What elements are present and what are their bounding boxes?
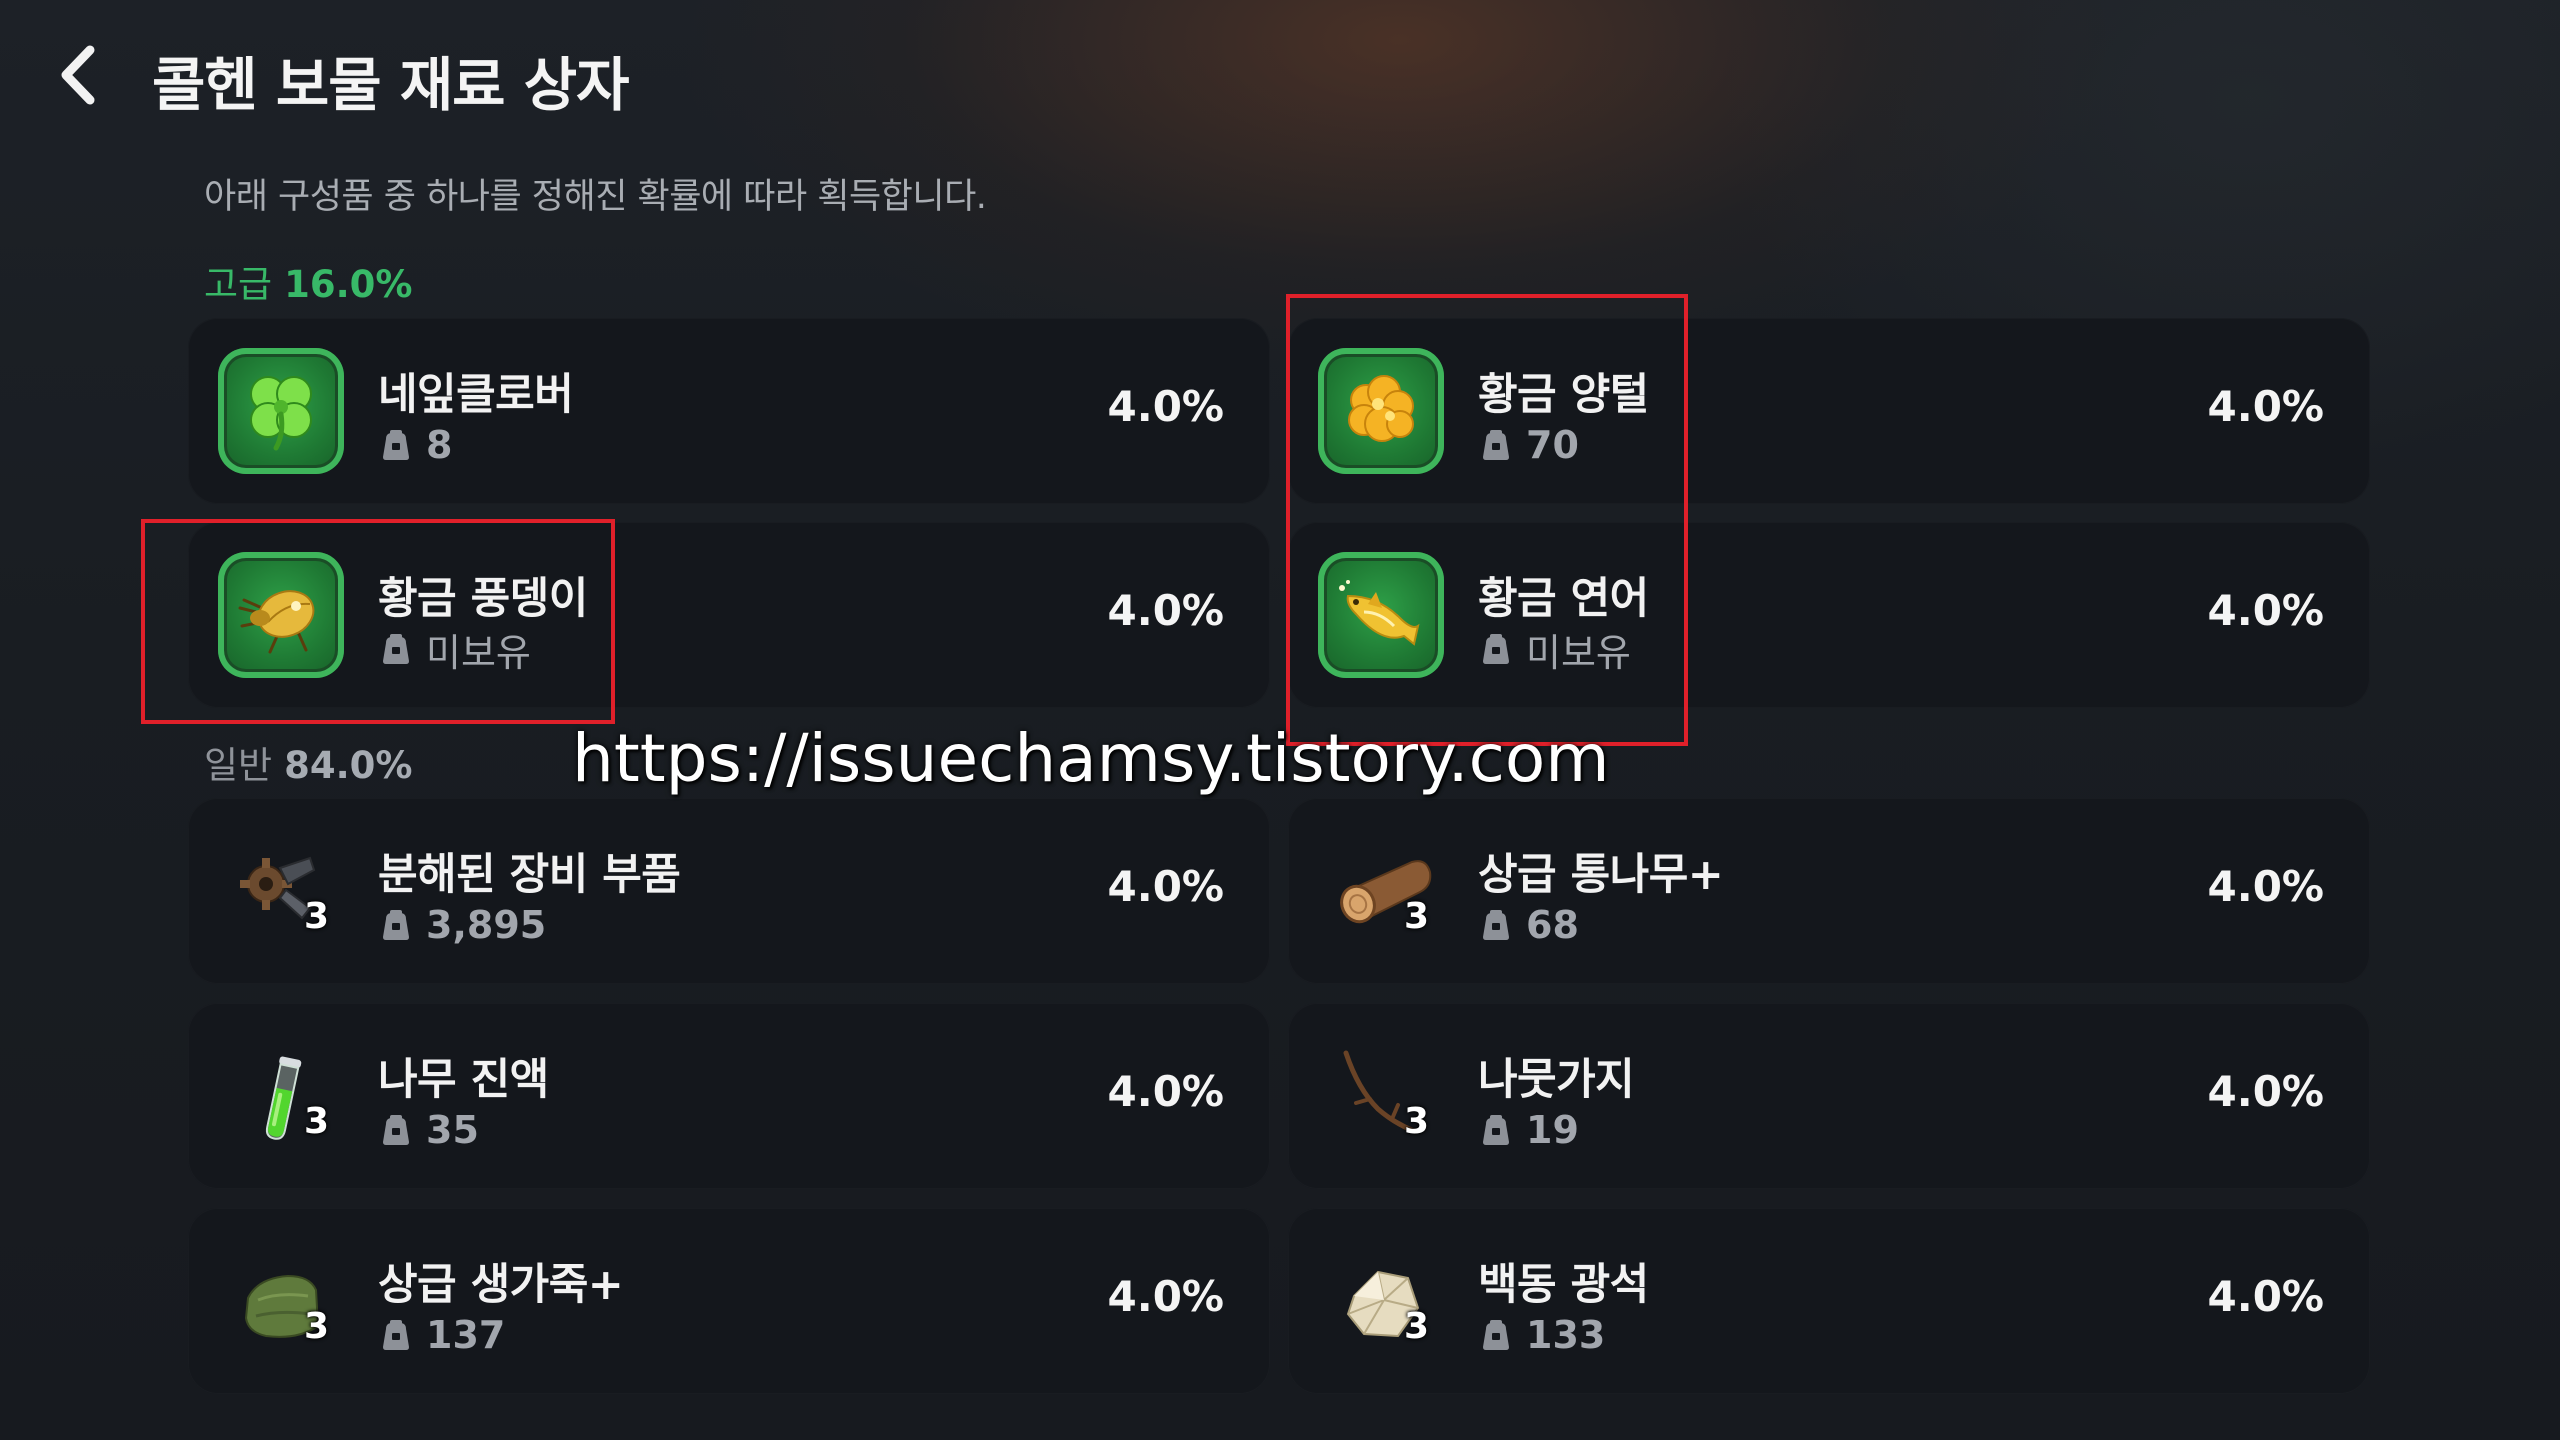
owned-count-value: 3,895 bbox=[426, 903, 547, 947]
bag-icon bbox=[1483, 430, 1509, 460]
item-name: 황금 연어 bbox=[1478, 574, 1649, 624]
item-name: 황금 양털 bbox=[1478, 370, 1649, 420]
item-card-golden-wool[interactable]: 황금 양털 70 4.0% bbox=[1288, 318, 2370, 504]
item-card-sap-vial[interactable]: 3 나무 진액 35 4.0% bbox=[188, 1003, 1270, 1189]
owned-count: 68 bbox=[1478, 902, 1579, 948]
item-icon-frame bbox=[218, 552, 344, 678]
drop-chance: 4.0% bbox=[1107, 862, 1224, 911]
page-title: 콜헨 보물 재료 상자 bbox=[152, 51, 629, 119]
item-name: 상급 통나무+ bbox=[1478, 850, 1724, 900]
item-card-log[interactable]: 3 상급 통나무+ 68 4.0% bbox=[1288, 798, 2370, 984]
bag-icon bbox=[383, 1320, 409, 1350]
grade-high-name: 고급 bbox=[204, 263, 273, 306]
reward-quantity: 3 bbox=[304, 896, 330, 937]
drop-chance: 4.0% bbox=[2207, 862, 2324, 911]
item-name: 백동 광석 bbox=[1478, 1260, 1649, 1310]
drop-chance: 4.0% bbox=[1107, 586, 1224, 635]
drop-chance: 4.0% bbox=[1107, 1067, 1224, 1116]
back-button[interactable] bbox=[44, 40, 114, 110]
description-text: 아래 구성품 중 하나를 정해진 확률에 따라 획득합니다. bbox=[204, 177, 987, 217]
item-card-gear-parts[interactable]: 3 분해된 장비 부품 3,895 4.0% bbox=[188, 798, 1270, 984]
item-name: 네잎클로버 bbox=[378, 370, 574, 420]
item-name: 황금 풍뎅이 bbox=[378, 574, 588, 624]
bag-icon bbox=[1483, 910, 1509, 940]
bag-icon bbox=[383, 1115, 409, 1145]
owned-count-value: 137 bbox=[426, 1313, 506, 1357]
owned-count-value: 70 bbox=[1526, 423, 1579, 467]
bag-icon bbox=[1483, 1320, 1509, 1350]
grade-normal-name: 일반 bbox=[204, 744, 273, 787]
item-name: 상급 생가죽+ bbox=[378, 1260, 624, 1310]
golden-wool-icon bbox=[1348, 375, 1414, 442]
grade-normal-percent: 84.0% bbox=[284, 744, 413, 787]
watermark-url: https://issuechamsy.tistory.com bbox=[572, 720, 1610, 797]
owned-count: 8 bbox=[378, 422, 452, 468]
reward-quantity: 3 bbox=[1404, 1101, 1430, 1142]
drop-chance: 4.0% bbox=[1107, 1272, 1224, 1321]
owned-count-value: 8 bbox=[426, 423, 453, 467]
item-name: 나무 진액 bbox=[378, 1055, 549, 1105]
reward-quantity: 3 bbox=[1404, 1306, 1430, 1347]
golden-beetle-icon bbox=[238, 590, 315, 654]
owned-count: 35 bbox=[378, 1107, 479, 1153]
owned-count: 3,895 bbox=[378, 902, 546, 948]
owned-count-value: 19 bbox=[1526, 1108, 1579, 1152]
owned-count-value: 133 bbox=[1526, 1313, 1606, 1357]
owned-count: 미보유 bbox=[1478, 626, 1631, 675]
drop-chance: 4.0% bbox=[1107, 382, 1224, 431]
owned-count: 70 bbox=[1478, 422, 1579, 468]
item-card-clover[interactable]: 네잎클로버 8 4.0% bbox=[188, 318, 1270, 504]
bag-icon bbox=[383, 910, 409, 940]
grade-normal-label: 일반 84.0% bbox=[204, 735, 412, 789]
drop-chance: 4.0% bbox=[2207, 1067, 2324, 1116]
drop-chance: 4.0% bbox=[2207, 1272, 2324, 1321]
owned-count: 133 bbox=[1478, 1312, 1605, 1358]
header: 콜헨 보물 재료 상자 bbox=[0, 0, 2560, 160]
bag-icon bbox=[383, 634, 409, 664]
bag-icon bbox=[1483, 634, 1509, 664]
grade-high-label: 고급 16.0% bbox=[204, 254, 412, 308]
owned-count-value: 68 bbox=[1526, 903, 1579, 947]
owned-count-value: 미보유 bbox=[426, 630, 531, 675]
bag-icon bbox=[1483, 1115, 1509, 1145]
bag-icon bbox=[383, 430, 409, 460]
clover-icon bbox=[250, 376, 312, 451]
item-icon-frame bbox=[1318, 552, 1444, 678]
owned-count: 미보유 bbox=[378, 626, 531, 675]
golden-salmon-icon bbox=[1339, 580, 1420, 646]
item-card-golden-beetle[interactable]: 황금 풍뎅이 미보유 4.0% bbox=[188, 522, 1270, 708]
chevron-left-icon bbox=[61, 45, 95, 105]
reward-quantity: 3 bbox=[1404, 896, 1430, 937]
item-card-ore[interactable]: 3 백동 광석 133 4.0% bbox=[1288, 1208, 2370, 1394]
drop-chance: 4.0% bbox=[2207, 382, 2324, 431]
item-name: 분해된 장비 부품 bbox=[378, 850, 681, 900]
reward-quantity: 3 bbox=[304, 1101, 330, 1142]
owned-count: 19 bbox=[1478, 1107, 1579, 1153]
reward-quantity: 3 bbox=[304, 1306, 330, 1347]
item-name: 나뭇가지 bbox=[1478, 1055, 1635, 1105]
item-card-golden-salmon[interactable]: 황금 연어 미보유 4.0% bbox=[1288, 522, 2370, 708]
drop-chance: 4.0% bbox=[2207, 586, 2324, 635]
item-icon-frame bbox=[218, 348, 344, 474]
owned-count: 137 bbox=[378, 1312, 505, 1358]
item-card-twig[interactable]: 3 나뭇가지 19 4.0% bbox=[1288, 1003, 2370, 1189]
grade-high-percent: 16.0% bbox=[284, 263, 413, 306]
owned-count-value: 미보유 bbox=[1526, 630, 1631, 675]
item-card-hide[interactable]: 3 상급 생가죽+ 137 4.0% bbox=[188, 1208, 1270, 1394]
item-icon-frame bbox=[1318, 348, 1444, 474]
owned-count-value: 35 bbox=[426, 1108, 479, 1152]
